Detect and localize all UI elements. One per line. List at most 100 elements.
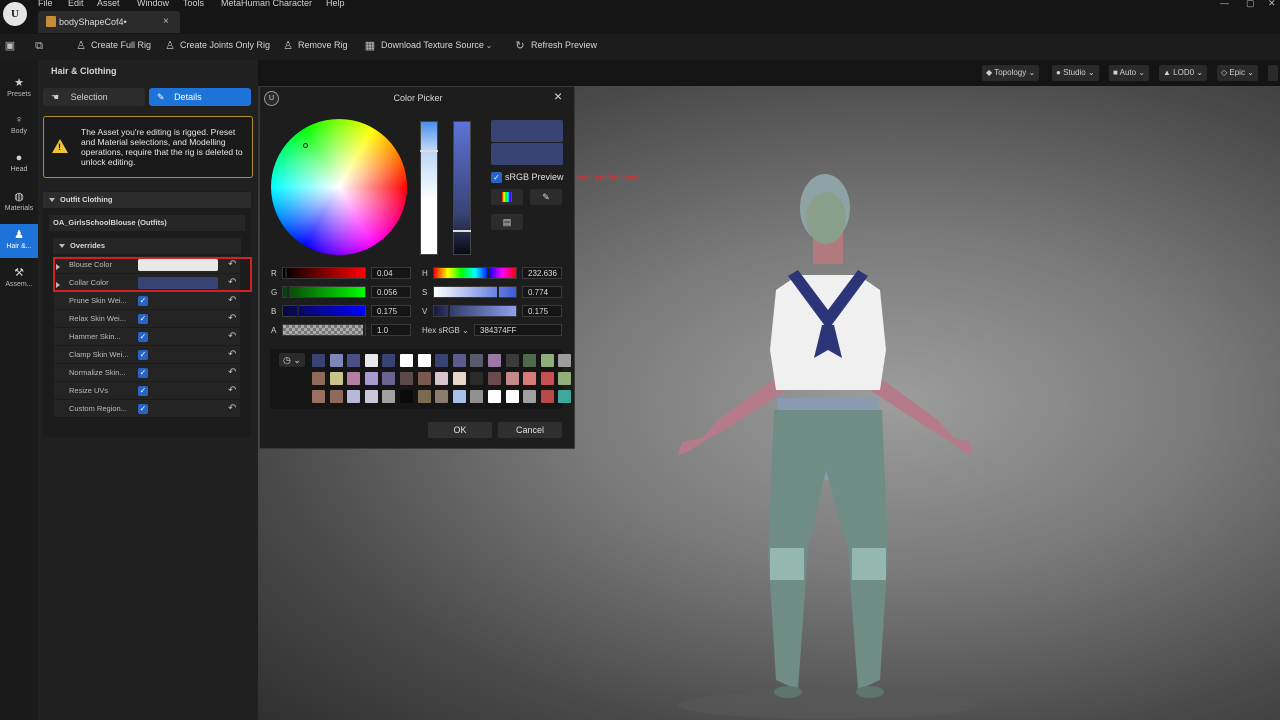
palette-color-swatch[interactable] [558, 354, 572, 367]
palette-color-swatch[interactable] [329, 390, 343, 403]
palette-color-swatch[interactable] [540, 390, 554, 403]
cancel-button[interactable]: Cancel [498, 422, 562, 438]
nav-presets[interactable]: ★ Presets [0, 72, 38, 106]
hex-input[interactable]: 384374FF [474, 324, 562, 336]
a-handle[interactable] [363, 323, 365, 337]
nav-materials[interactable]: ◍ Materials [0, 186, 38, 220]
palette-color-swatch[interactable] [470, 372, 484, 385]
auto-dropdown[interactable]: ■ Auto ⌄ [1109, 65, 1150, 81]
b-handle[interactable] [297, 304, 299, 318]
palette-color-swatch[interactable] [435, 372, 449, 385]
palette-color-swatch[interactable] [523, 372, 537, 385]
resize-uvs-checkbox[interactable]: ✓ [138, 386, 148, 396]
s-slider[interactable] [433, 285, 517, 299]
palette-color-swatch[interactable] [488, 372, 501, 385]
palette-color-swatch[interactable] [312, 372, 325, 385]
prune-skin-weights-checkbox[interactable]: ✓ [138, 296, 148, 306]
r-slider[interactable] [282, 266, 366, 280]
document-tab[interactable]: bodyShapeCof4• × [38, 11, 180, 33]
r-input[interactable]: 0.04 [371, 267, 411, 279]
h-handle[interactable] [487, 266, 489, 280]
palette-color-swatch[interactable] [488, 354, 501, 367]
nav-body[interactable]: ♀ Body [0, 110, 38, 144]
a-slider[interactable] [282, 323, 366, 337]
palette-color-swatch[interactable] [312, 390, 325, 403]
saturation-handle[interactable] [420, 150, 438, 152]
nav-head[interactable]: ● Head [0, 148, 38, 182]
section-overrides[interactable]: Overrides [53, 238, 241, 254]
create-joints-only-rig-button[interactable]: Create Joints Only Rig [180, 40, 270, 50]
palette-color-swatch[interactable] [364, 354, 378, 367]
studio-dropdown[interactable]: ● Studio ⌄ [1052, 65, 1099, 81]
palette-color-swatch[interactable] [452, 354, 466, 367]
s-handle[interactable] [497, 285, 499, 299]
palette-color-swatch[interactable] [382, 354, 396, 367]
custom-region-checkbox[interactable]: ✓ [138, 404, 148, 414]
lod-dropdown[interactable]: ▲ LOD0 ⌄ [1159, 65, 1207, 81]
palette-color-swatch[interactable] [540, 354, 554, 367]
r-handle[interactable] [285, 266, 287, 280]
reset-icon[interactable]: ↶ [228, 313, 236, 324]
reset-icon[interactable]: ↶ [228, 403, 236, 414]
menu-asset[interactable]: Asset [97, 0, 120, 8]
minimize-icon[interactable]: — [1220, 0, 1229, 8]
topology-dropdown[interactable]: ◆ Topology ⌄ [982, 65, 1040, 81]
menu-edit[interactable]: Edit [68, 0, 84, 8]
reset-icon[interactable]: ↶ [228, 349, 236, 360]
g-handle[interactable] [287, 285, 289, 299]
palette-color-swatch[interactable] [347, 390, 361, 403]
reset-icon[interactable]: ↶ [228, 331, 236, 342]
palette-color-swatch[interactable] [400, 354, 413, 367]
menu-file[interactable]: File [38, 0, 53, 8]
quality-dropdown[interactable]: ◇ Epic ⌄ [1217, 65, 1258, 81]
s-input[interactable]: 0.774 [522, 286, 562, 298]
palette-color-swatch[interactable] [364, 390, 378, 403]
palette-color-swatch[interactable] [347, 354, 361, 367]
remove-rig-button[interactable]: Remove Rig [298, 40, 348, 50]
palette-color-swatch[interactable] [452, 372, 466, 385]
srgb-preview-checkbox[interactable]: ✓ [491, 172, 502, 183]
v-handle[interactable] [448, 304, 450, 318]
nav-hair-clothing[interactable]: ♟ Hair &... [0, 224, 38, 258]
palette-color-swatch[interactable] [558, 390, 572, 403]
reset-icon[interactable]: ↶ [228, 367, 236, 378]
a-input[interactable]: 1.0 [371, 324, 411, 336]
tab-close-icon[interactable]: × [163, 16, 169, 27]
palette-color-swatch[interactable] [470, 354, 484, 367]
palette-color-swatch[interactable] [347, 372, 361, 385]
maximize-icon[interactable]: ▢ [1246, 0, 1255, 9]
browse-icon[interactable]: ⧉ [32, 39, 46, 53]
palette-color-swatch[interactable] [435, 390, 449, 403]
close-window-icon[interactable]: ✕ [1268, 0, 1276, 9]
ok-button[interactable]: OK [428, 422, 492, 438]
palette-color-swatch[interactable] [488, 390, 501, 403]
palette-color-swatch[interactable] [417, 372, 431, 385]
viewport-more-button[interactable] [1268, 65, 1278, 81]
palette-color-swatch[interactable] [523, 390, 537, 403]
g-slider[interactable] [282, 285, 366, 299]
saturation-slider[interactable] [420, 121, 438, 255]
relax-skin-weights-checkbox[interactable]: ✓ [138, 314, 148, 324]
palette-color-swatch[interactable] [505, 390, 519, 403]
color-themes-button[interactable] [491, 189, 523, 205]
menu-metahuman-character[interactable]: MetaHuman Character [221, 0, 312, 8]
menu-tools[interactable]: Tools [183, 0, 204, 8]
hammer-skin-checkbox[interactable]: ✓ [138, 332, 148, 342]
palette-color-swatch[interactable] [417, 354, 431, 367]
palette-color-swatch[interactable] [364, 372, 378, 385]
h-input[interactable]: 232.636 [522, 267, 562, 279]
color-wheel-cursor[interactable] [303, 143, 308, 148]
chevron-down-icon[interactable]: ⌄ [482, 39, 496, 53]
normalize-skin-checkbox[interactable]: ✓ [138, 368, 148, 378]
refresh-preview-button[interactable]: Refresh Preview [531, 40, 597, 50]
outfit-item-header[interactable]: OA_GirlsSchoolBlouse (Outfits) [49, 215, 245, 231]
palette-color-swatch[interactable] [470, 390, 484, 403]
hex-mode-dropdown[interactable]: Hex sRGB ⌄ [422, 326, 469, 335]
reset-icon[interactable]: ↶ [228, 385, 236, 396]
palette-color-swatch[interactable] [400, 372, 413, 385]
save-icon[interactable]: ▣ [3, 39, 17, 53]
color-wheel[interactable] [271, 119, 407, 255]
b-input[interactable]: 0.175 [371, 305, 411, 317]
create-full-rig-button[interactable]: Create Full Rig [91, 40, 151, 50]
palette-color-swatch[interactable] [452, 390, 466, 403]
